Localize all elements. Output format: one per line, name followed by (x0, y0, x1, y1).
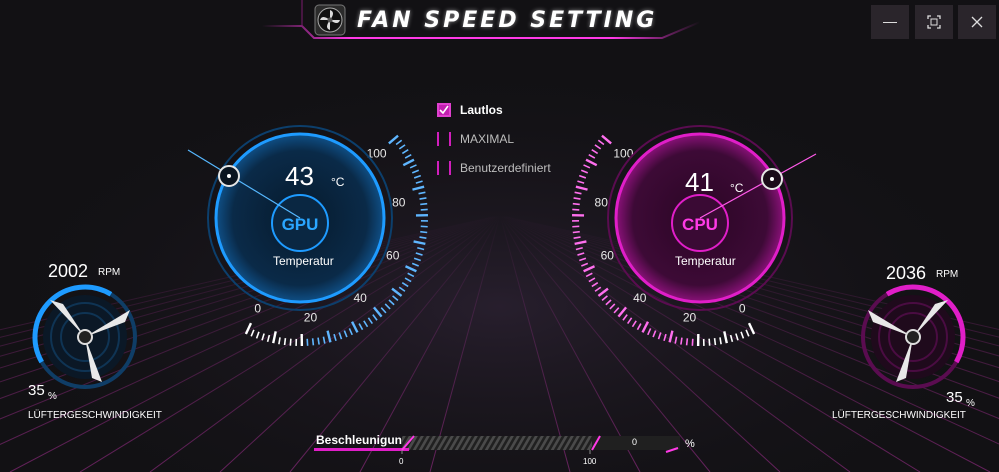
gpu-fan-label: LÜFTERGESCHWINDIGKEIT (28, 410, 162, 421)
acceleration-min-label: 0 (399, 457, 404, 466)
gpu-fan-rpm-unit: RPM (98, 267, 121, 278)
mode-label-benutzerdefiniert: Benutzerdefiniert (460, 161, 551, 175)
acceleration-unit: % (685, 438, 695, 450)
cpu-temperature-value: 41 (685, 167, 714, 197)
gauge-tick-label: 0 (254, 302, 261, 316)
checkbox-benutzerdefiniert[interactable] (437, 161, 451, 175)
gpu-fan-percent-unit: % (48, 391, 57, 402)
mode-option-maximal[interactable]: MAXIMAL (437, 132, 514, 146)
acceleration-max-label: 100 (583, 457, 597, 466)
gpu-fan-rpm: 2002 (48, 261, 89, 281)
cpu-fan-label: LÜFTERGESCHWINDIGKEIT (832, 410, 966, 421)
gpu-temperature-unit: °C (331, 175, 345, 189)
gpu-temperature-gauge: 020406080100 GPU (187, 125, 428, 347)
gauge-tick-label: 80 (392, 195, 406, 209)
cpu-temperature-unit: °C (730, 181, 744, 195)
gauge-tick-label: 40 (354, 291, 368, 305)
acceleration-value: 0 (632, 437, 638, 447)
gauge-tick-label: 20 (683, 310, 697, 324)
gauge-tick-label: 20 (304, 310, 318, 324)
acceleration-slider[interactable] (314, 434, 684, 458)
gpu-temperature-value: 43 (285, 161, 314, 191)
cpu-fan-percent-unit: % (966, 398, 975, 409)
cpu-fan-rpm-unit: RPM (936, 269, 959, 280)
mode-option-benutzerdefiniert[interactable]: Benutzerdefiniert (437, 161, 551, 175)
minimize-button[interactable] (871, 5, 909, 39)
cpu-temperature-caption: Temperatur (675, 254, 736, 268)
gpu-temperature-caption: Temperatur (273, 254, 334, 268)
cpu-fan-icon (861, 284, 966, 389)
mode-label-lautlos: Lautlos (460, 103, 503, 117)
gauge-tick-label: 0 (739, 302, 746, 316)
close-button[interactable] (958, 5, 996, 39)
cpu-fan-rpm: 2036 (886, 263, 927, 283)
gauge-tick-label: 60 (601, 248, 615, 262)
minimize-icon (883, 21, 897, 23)
gpu-needle-hub (218, 165, 240, 187)
window-title: FAN SPEED SETTING (357, 8, 658, 33)
gpu-fan-icon (32, 284, 137, 389)
gauge-tick-label: 40 (633, 291, 647, 305)
checkbox-maximal[interactable] (437, 132, 451, 146)
check-icon (439, 105, 449, 115)
cpu-fan-percent: 35 (946, 389, 963, 406)
mode-label-maximal: MAXIMAL (460, 132, 515, 146)
close-icon (971, 16, 983, 28)
cpu-temperature-gauge: 020406080100 CPU (572, 125, 817, 347)
maximize-button[interactable] (915, 5, 953, 39)
gpu-fan-percent: 35 (28, 382, 45, 399)
gauge-tick-label: 80 (595, 195, 609, 209)
fan-logo-icon (314, 4, 346, 36)
gauge-tick-label: 60 (386, 248, 400, 262)
maximize-icon (927, 15, 941, 29)
mode-option-lautlos[interactable]: Lautlos (437, 103, 503, 117)
checkbox-lautlos[interactable] (437, 103, 451, 117)
cpu-needle-hub (761, 168, 783, 190)
